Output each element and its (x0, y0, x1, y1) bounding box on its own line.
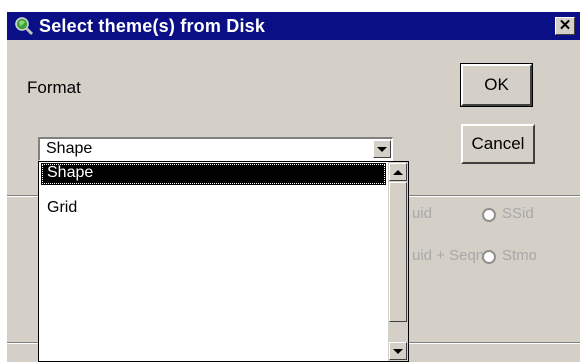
radio-label-uid: uid (412, 205, 433, 222)
window-title: Select theme(s) from Disk (39, 16, 266, 36)
scrollbar-thumb[interactable] (389, 182, 407, 322)
format-select[interactable]: Shape (38, 137, 393, 161)
chevron-down-icon (377, 146, 387, 152)
scroll-up-button[interactable] (389, 163, 407, 181)
list-item-grid[interactable]: Grid (41, 198, 386, 220)
format-dropdown-list[interactable]: Shape Grid (38, 161, 409, 362)
radio-button-ssid[interactable] (482, 208, 496, 222)
radio-label-uid-seqn: uid + Seqn (412, 247, 485, 264)
dropdown-scrollbar[interactable] (388, 162, 408, 361)
ok-button[interactable]: OK (460, 63, 533, 107)
radio-label-ssid: SSid (502, 205, 534, 222)
arrow-up-icon (393, 169, 403, 175)
format-select-value: Shape (46, 140, 93, 157)
arrow-down-icon (393, 348, 403, 354)
globe-magnifier-icon (15, 17, 34, 36)
format-label: Format (27, 78, 81, 97)
radio-button-stmo[interactable] (482, 250, 496, 264)
cancel-button[interactable]: Cancel (461, 124, 535, 164)
list-item-shape[interactable]: Shape (41, 163, 386, 185)
scroll-down-button[interactable] (389, 342, 407, 360)
title-bar[interactable]: Select theme(s) from Disk ✕ (7, 12, 580, 40)
format-select-arrow-button[interactable] (373, 140, 391, 158)
radio-label-stmo: Stmo (502, 247, 538, 264)
select-theme-dialog: Select theme(s) from Disk ✕ Format OK Ca… (7, 12, 580, 362)
close-button[interactable]: ✕ (555, 17, 575, 35)
close-icon: ✕ (558, 17, 572, 34)
